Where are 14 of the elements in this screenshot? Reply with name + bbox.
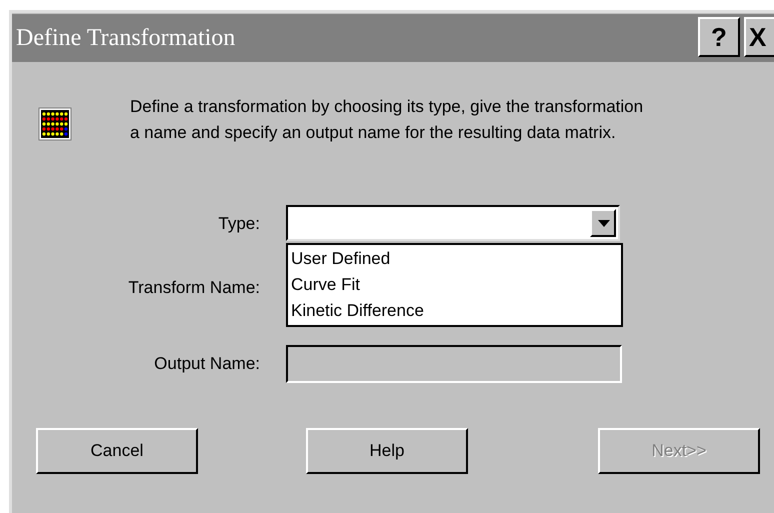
dropdown-option[interactable]: Curve Fit: [291, 272, 618, 298]
field-label: Transform Name:: [127, 278, 260, 298]
close-button[interactable]: X: [744, 17, 774, 57]
data-matrix-icon: [38, 107, 72, 141]
dropdown-option[interactable]: User Defined: [291, 246, 618, 272]
field-label: Output Name:: [153, 354, 260, 374]
dropdown-option[interactable]: Kinetic Difference: [291, 298, 618, 324]
dialog-button[interactable]: Cancel: [36, 428, 198, 474]
window-title: Define Transformation: [16, 24, 236, 52]
field-label: Type:: [217, 214, 260, 234]
help-button[interactable]: ?: [698, 17, 740, 57]
dialog-button[interactable]: Help: [306, 428, 468, 474]
instruction-text: Define a transformation by choosing its type, give the transformation a name and specify an output name for the resulting data matrix.: [130, 96, 644, 144]
type-dropdown[interactable]: [286, 205, 620, 241]
